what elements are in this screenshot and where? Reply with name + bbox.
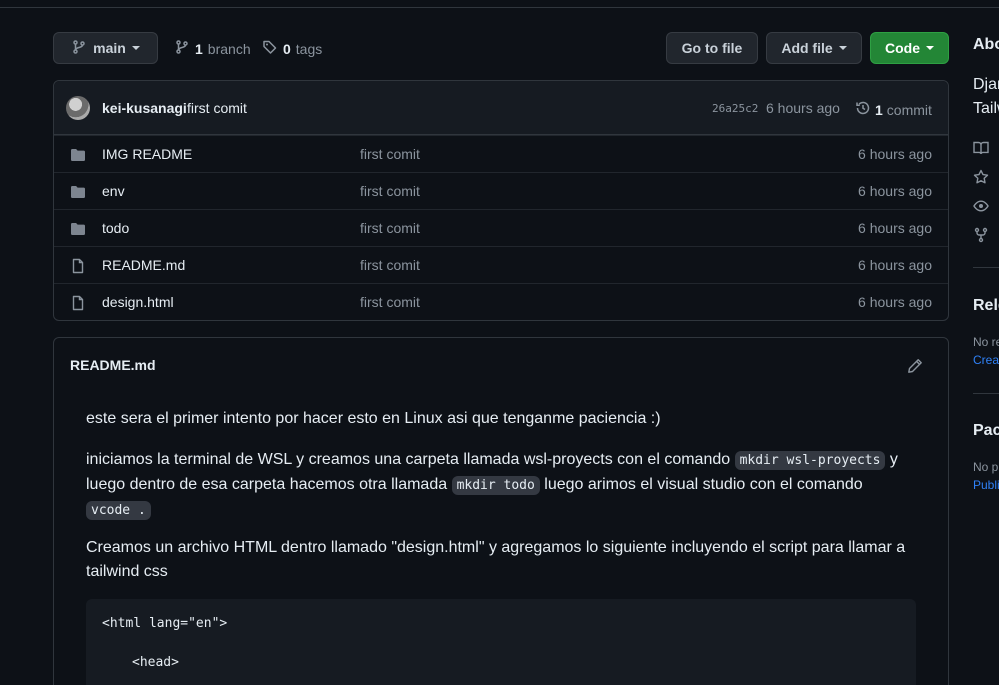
sidebar-divider <box>973 267 999 268</box>
packages-heading[interactable]: Pac <box>973 422 999 440</box>
readme-paragraph-1: este sera el primer intento por hacer es… <box>86 410 661 427</box>
code-line: <head> <box>132 655 179 670</box>
commit-message[interactable]: first comit <box>187 100 247 116</box>
table-row[interactable]: todo first comit 6 hours ago <box>54 209 948 246</box>
file-icon <box>70 295 86 314</box>
commit-count-label: commit <box>886 101 932 118</box>
table-row[interactable]: IMG README first comit 6 hours ago <box>54 135 948 172</box>
commit-hash[interactable]: 26a25c2 <box>712 102 758 115</box>
add-file-label: Add file <box>781 40 833 56</box>
file-commit-message[interactable]: first comit <box>360 183 420 199</box>
file-name[interactable]: design.html <box>102 294 174 310</box>
file-name[interactable]: README.md <box>102 257 185 273</box>
code-label: Code <box>885 40 920 56</box>
eye-icon <box>973 198 989 217</box>
file-age: 6 hours ago <box>858 183 932 199</box>
add-file-button[interactable]: Add file <box>766 32 862 64</box>
about-heading: Abo <box>973 36 999 53</box>
file-name[interactable]: todo <box>102 220 129 236</box>
file-name[interactable]: env <box>102 183 125 199</box>
chevron-down-icon <box>131 46 140 50</box>
packages-empty-text: No p <box>973 460 999 474</box>
table-row[interactable]: env first comit 6 hours ago <box>54 172 948 209</box>
readme-paragraph-3: Creamos un archivo HTML dentro llamado "… <box>86 539 906 580</box>
repo-description: Djan <box>973 76 999 93</box>
branches-link[interactable]: 1 branch <box>174 39 251 58</box>
inline-code: mkdir todo <box>451 476 540 495</box>
code-line: <html lang="en"> <box>102 616 228 631</box>
sidebar-divider <box>973 393 999 394</box>
avatar[interactable] <box>66 96 90 120</box>
pencil-icon[interactable] <box>907 358 923 377</box>
file-age: 6 hours ago <box>858 257 932 273</box>
code-block: <html lang="en"> <head> <box>86 599 916 685</box>
book-icon <box>973 140 989 159</box>
releases-heading[interactable]: Rele <box>973 297 999 315</box>
inline-code: vcode . <box>86 501 151 520</box>
folder-icon <box>70 221 86 240</box>
table-row[interactable]: design.html first comit 6 hours ago <box>54 283 948 320</box>
readme-text: luego arimos el visual studio con el com… <box>539 476 863 493</box>
commit-author[interactable]: kei-kusanagi <box>102 100 187 116</box>
inline-code: mkdir wsl-proyects <box>734 451 886 470</box>
file-age: 6 hours ago <box>858 294 932 310</box>
file-commit-message[interactable]: first comit <box>360 220 420 236</box>
file-name[interactable]: IMG README <box>102 146 192 162</box>
create-release-link[interactable]: Creat <box>973 353 999 367</box>
commit-time: 6 hours ago <box>766 100 840 116</box>
latest-commit-bar: kei-kusanagi first comit 26a25c2 6 hours… <box>54 81 948 135</box>
history-icon <box>855 100 871 119</box>
branch-icon <box>71 39 87 58</box>
tags-count: 0 <box>283 40 291 57</box>
branch-select-label: main <box>93 40 126 56</box>
go-to-file-button[interactable]: Go to file <box>666 32 758 64</box>
commit-count: 1 <box>875 101 883 118</box>
file-icon <box>70 258 86 277</box>
repo-description: Tailw <box>973 100 999 117</box>
readme-paragraph-2: iniciamos la terminal de WSL y creamos u… <box>86 448 910 523</box>
folder-icon <box>70 184 86 203</box>
readme-title[interactable]: README.md <box>70 357 156 373</box>
tag-icon <box>262 39 278 58</box>
commits-link[interactable]: 1 commit <box>855 100 932 119</box>
releases-empty-text: No re <box>973 335 999 349</box>
go-to-file-label: Go to file <box>681 40 743 56</box>
fork-icon <box>973 227 989 246</box>
branch-icon <box>174 39 190 58</box>
tags-link[interactable]: 0 tags <box>262 39 322 58</box>
branches-count: 1 <box>195 40 203 57</box>
file-commit-message[interactable]: first comit <box>360 146 420 162</box>
file-commit-message[interactable]: first comit <box>360 294 420 310</box>
branches-label: branch <box>207 40 251 57</box>
folder-icon <box>70 147 86 166</box>
code-button[interactable]: Code <box>870 32 949 64</box>
chevron-down-icon <box>838 46 847 50</box>
file-age: 6 hours ago <box>858 146 932 162</box>
publish-package-link[interactable]: Publi <box>973 478 999 492</box>
star-icon <box>973 169 989 188</box>
tags-label: tags <box>295 40 323 57</box>
header-divider <box>0 0 999 8</box>
table-row[interactable]: README.md first comit 6 hours ago <box>54 246 948 283</box>
branch-select-button[interactable]: main <box>53 32 158 64</box>
file-age: 6 hours ago <box>858 220 932 236</box>
file-commit-message[interactable]: first comit <box>360 257 420 273</box>
chevron-down-icon <box>926 46 934 50</box>
readme-text: iniciamos la terminal de WSL y creamos u… <box>86 451 735 468</box>
